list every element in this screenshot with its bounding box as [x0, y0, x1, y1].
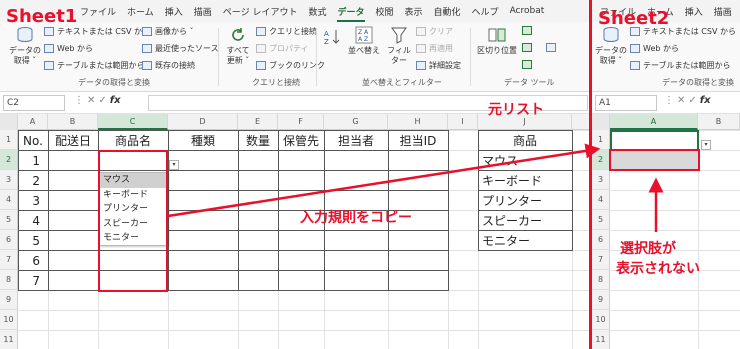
screenshot: ファイル ホーム 挿入 描画 ページ レイアウト 数式 データ 校閲 表示 自動化 ヘルプ Acrob… [0, 0, 740, 349]
annotation-arrows [167, 143, 664, 232]
copy-arrow [167, 143, 601, 218]
